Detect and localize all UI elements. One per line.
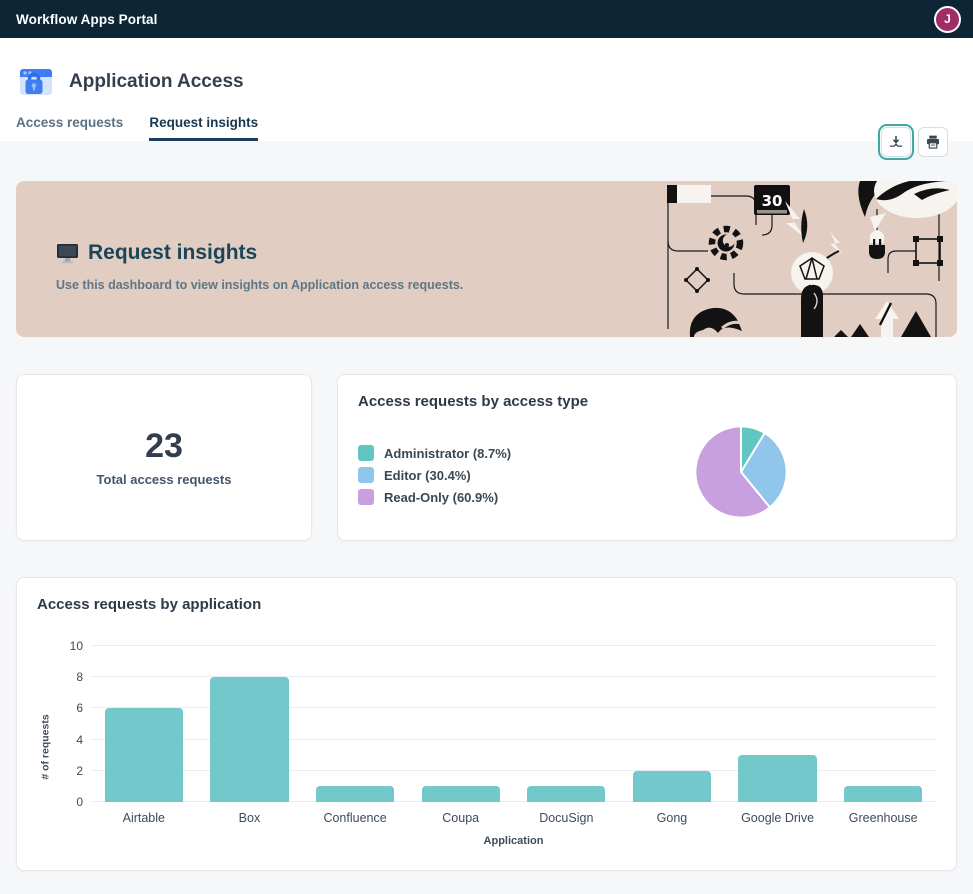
x-tick-label: Airtable [91,811,197,825]
bar-chart-title: Access requests by application [37,596,936,613]
tab-request-insights[interactable]: Request insights [149,115,258,141]
bar-slot [830,646,936,802]
x-tick-label: Coupa [408,811,514,825]
y-tick-label: 4 [49,733,83,747]
print-button[interactable] [918,127,948,157]
total-requests-value: 23 [145,428,183,465]
y-tick-label: 8 [49,670,83,684]
page-title: Application Access [69,71,244,93]
x-axis-labels: AirtableBoxConfluenceCoupaDocuSignGongGo… [91,811,936,825]
legend-item: Administrator (8.7%) [358,445,511,461]
legend-swatch [358,489,374,505]
page-header: Application Access Access requests Reque… [0,38,973,141]
insights-banner: Request insights Use this dashboard to v… [16,181,957,337]
banner-subtitle: Use this dashboard to view insights on A… [56,278,576,292]
bar-slot [514,646,620,802]
download-button[interactable] [881,127,911,157]
printer-icon [924,133,942,151]
bar-slot [619,646,725,802]
x-tick-label: Gong [619,811,725,825]
svg-text:30: 30 [762,192,783,210]
legend-label: Editor (30.4%) [384,468,471,483]
user-avatar[interactable]: J [934,6,961,33]
legend-item: Read-Only (60.9%) [358,489,511,505]
tab-access-requests[interactable]: Access requests [16,115,123,141]
toolbar [881,127,948,157]
access-type-card: Access requests by access type Administr… [337,374,957,541]
x-tick-label: DocuSign [514,811,620,825]
y-tick-label: 10 [49,639,83,653]
bar-slot [197,646,303,802]
pie-legend: Administrator (8.7%) Editor (30.4%) Read-O… [358,445,511,520]
banner-title: Request insights [88,241,257,265]
y-tick-label: 0 [49,795,83,809]
total-requests-card: 23 Total access requests [16,374,312,541]
legend-label: Administrator (8.7%) [384,446,511,461]
application-bar-card: Access requests by application # of requ… [16,577,957,871]
x-axis-title: Application [91,835,936,847]
x-tick-label: Greenhouse [830,811,936,825]
dashboard-content: Request insights Use this dashboard to v… [0,141,973,871]
bar-greenhouse [844,786,922,802]
bar-slot [302,646,408,802]
bar-docusign [527,786,605,802]
legend-label: Read-Only (60.9%) [384,490,498,505]
total-requests-label: Total access requests [97,472,232,487]
bar-slot [91,646,197,802]
banner-illustration: 30 [664,181,957,337]
legend-item: Editor (30.4%) [358,467,511,483]
x-tick-label: Google Drive [725,811,831,825]
x-tick-label: Confluence [302,811,408,825]
bar-coupa [422,786,500,802]
bar-slot [725,646,831,802]
bar-google-drive [738,755,816,802]
pie-chart-svg [693,424,789,520]
bar-slot [408,646,514,802]
portal-title: Workflow Apps Portal [16,12,158,27]
pie-chart [693,424,789,520]
pie-chart-title: Access requests by access type [358,393,936,410]
x-tick-label: Box [197,811,303,825]
y-tick-label: 6 [49,701,83,715]
bar-box [210,677,288,802]
bar-plot: 0246810 [91,646,936,802]
bar-gong [633,771,711,802]
bars-row [91,646,936,802]
legend-swatch [358,467,374,483]
download-icon [887,133,905,151]
browser-lock-icon [16,62,56,102]
y-tick-label: 2 [49,764,83,778]
legend-swatch [358,445,374,461]
desktop-computer-icon [56,243,79,264]
topbar: Workflow Apps Portal J [0,0,973,38]
tab-bar: Access requests Request insights [16,115,957,141]
bar-confluence [316,786,394,802]
bar-airtable [105,708,183,802]
